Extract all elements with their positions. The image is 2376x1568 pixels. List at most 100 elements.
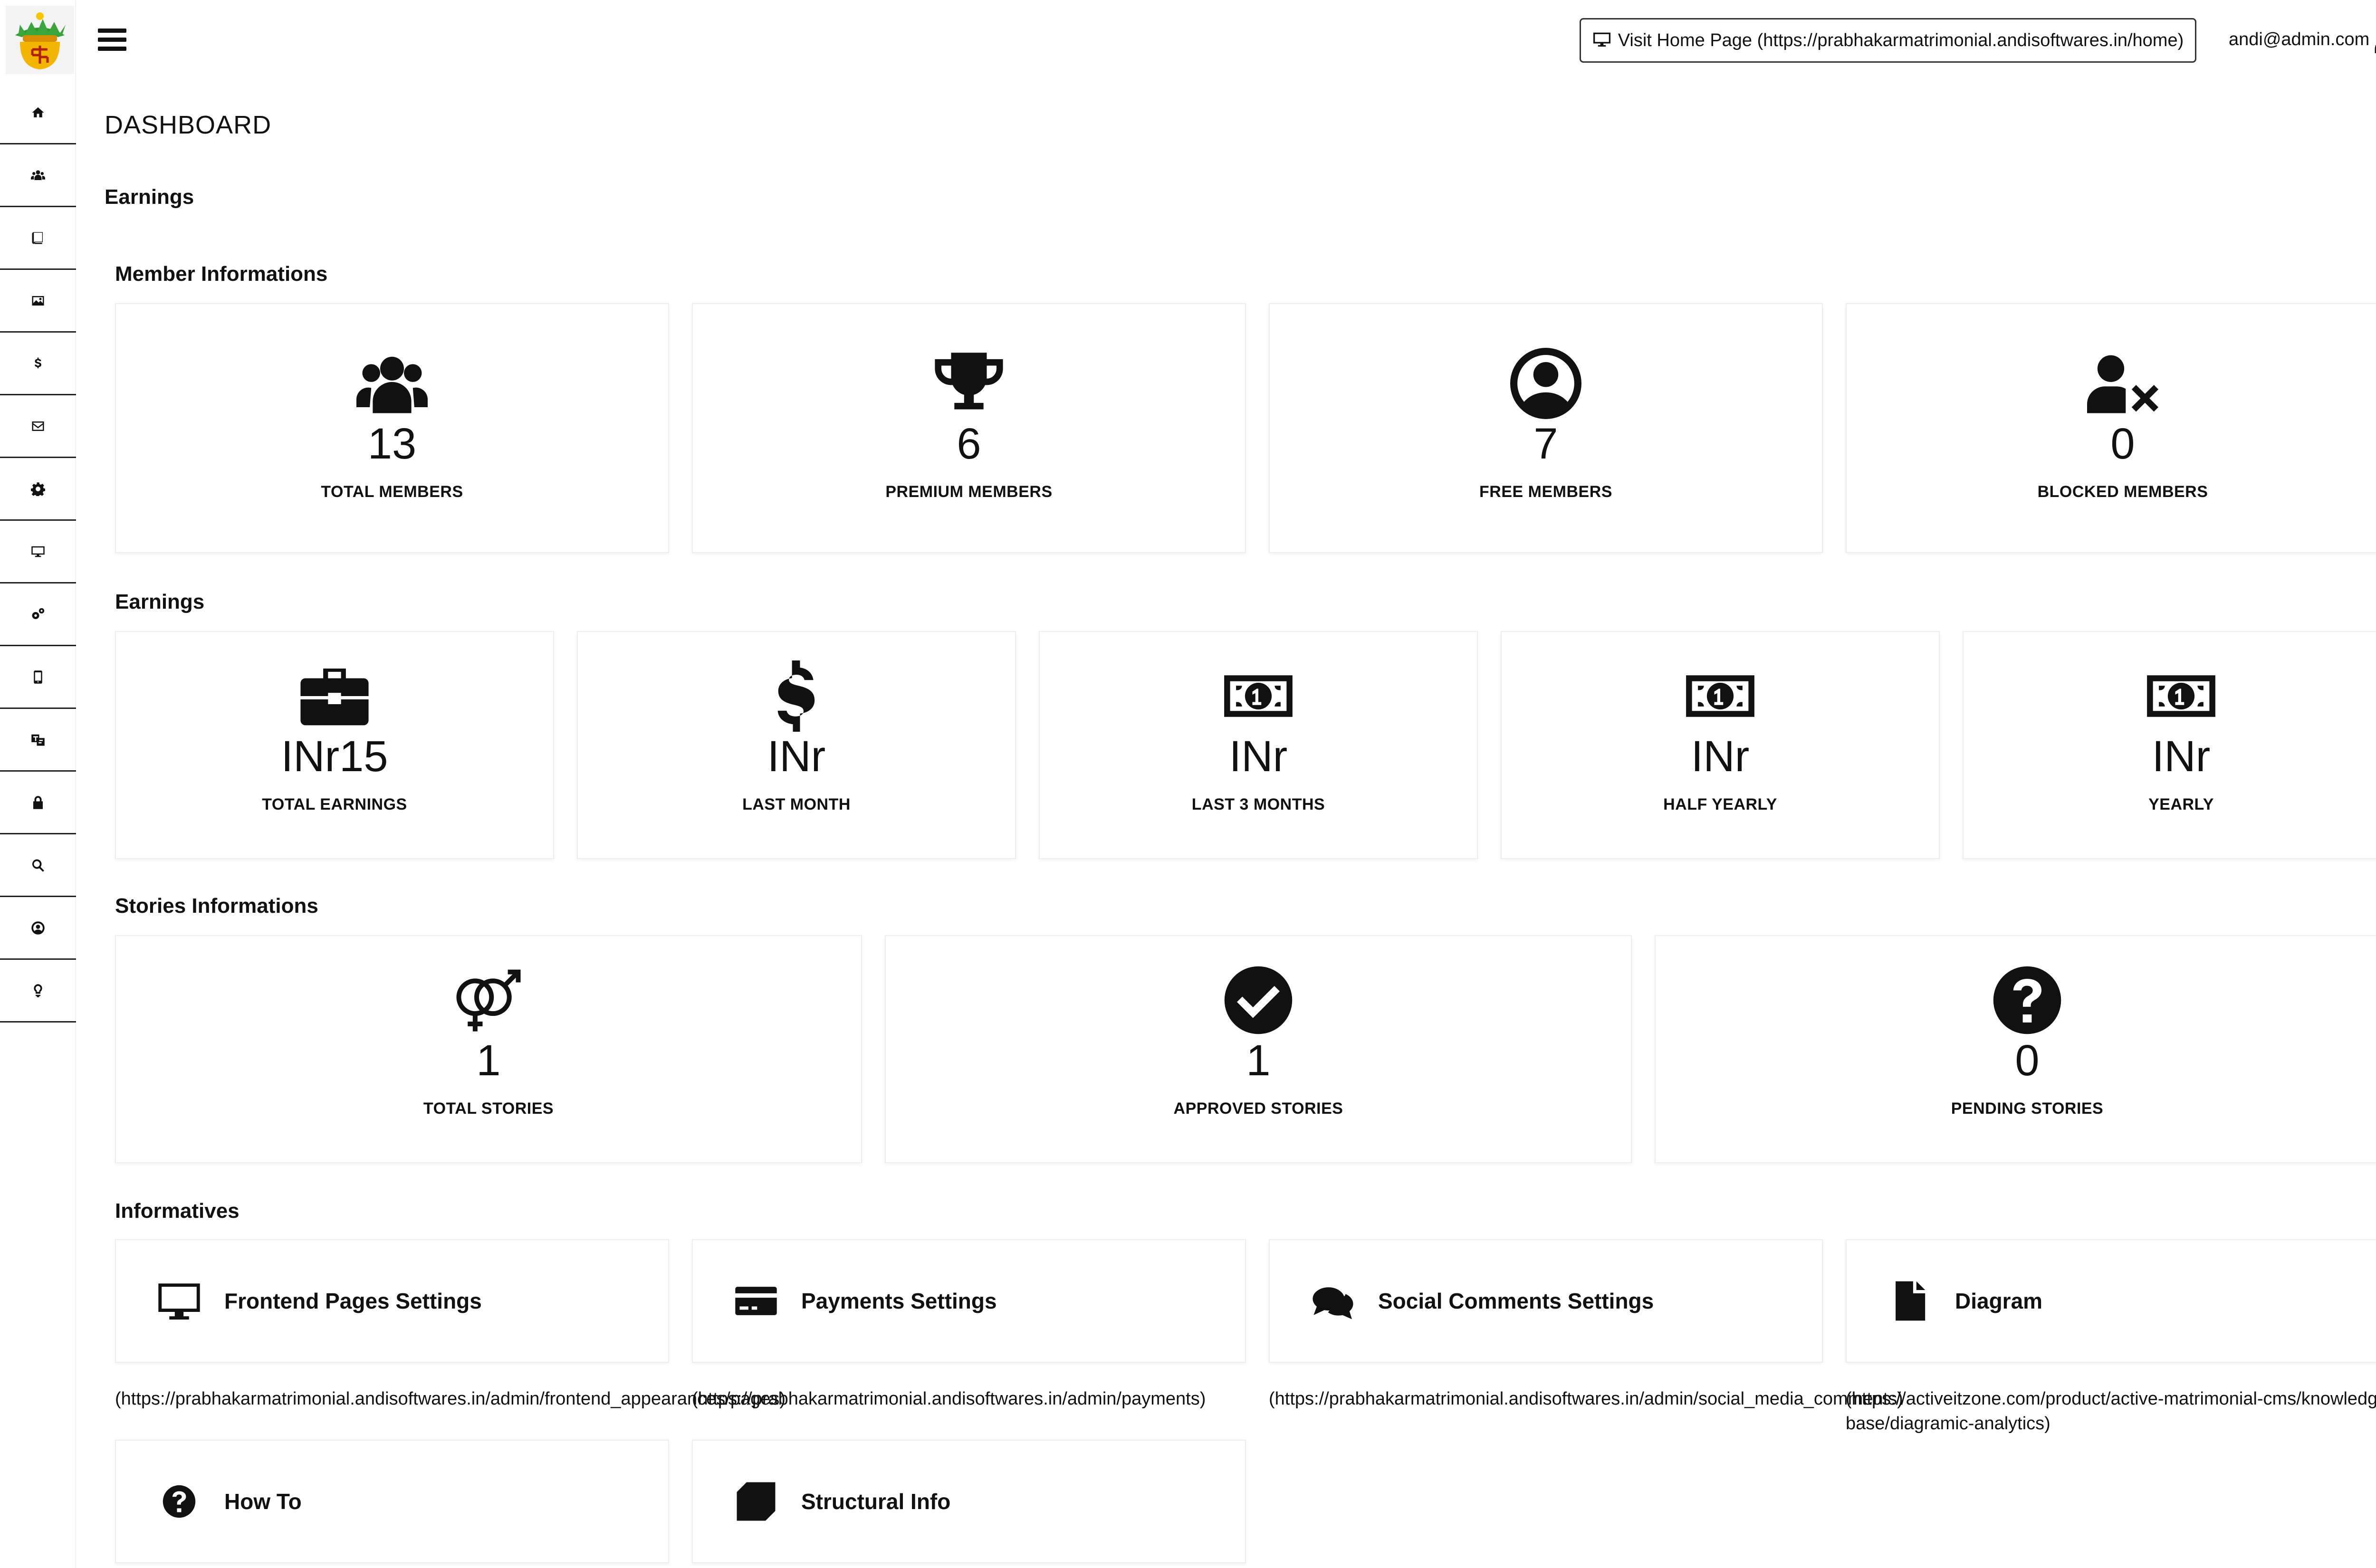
check-circle-icon (1220, 965, 1296, 1036)
how-to-title: How To (224, 1489, 302, 1514)
sidebar-item-system[interactable] (0, 583, 76, 646)
sidebar-item-home[interactable] (0, 82, 76, 144)
blocked-members-label: BLOCKED MEMBERS (2037, 483, 2208, 501)
page-title: DASHBOARD (105, 111, 272, 139)
yearly-card[interactable]: INr YEARLY (1963, 631, 2376, 859)
half-yearly-label: HALF YEARLY (1663, 795, 1777, 813)
total-stories-card[interactable]: 1 TOTAL STORIES (115, 935, 862, 1163)
social-comments-settings-title: Social Comments Settings (1378, 1289, 1654, 1313)
total-members-label: TOTAL MEMBERS (321, 483, 463, 501)
total-earnings-card[interactable]: INr15 TOTAL EARNINGS (115, 631, 554, 859)
premium-members-label: PREMIUM MEMBERS (885, 483, 1053, 501)
half-yearly-card[interactable]: INr HALF YEARLY (1501, 631, 1940, 859)
sidebar-item-mobile[interactable] (0, 646, 76, 709)
frontend-pages-settings-url[interactable]: (https://prabhakarmatrimonial.andisoftwa… (115, 1386, 790, 1411)
sidebar-item-frontend[interactable] (0, 521, 76, 583)
monitor-icon (31, 546, 45, 557)
file-icon (1884, 1275, 1936, 1327)
sidebar-item-gallery[interactable] (0, 270, 76, 333)
users-icon (31, 170, 45, 180)
menu-toggle-icon[interactable] (98, 29, 126, 51)
total-stories-label: TOTAL STORIES (423, 1100, 554, 1118)
premium-members-value: 6 (957, 420, 981, 468)
social-comments-settings-card[interactable]: Social Comments Settings (1269, 1239, 1823, 1363)
user-blocked-icon (2085, 348, 2161, 419)
logo[interactable] (6, 6, 74, 74)
lock-icon (33, 795, 43, 809)
blocked-members-card[interactable]: 0 BLOCKED MEMBERS (1846, 303, 2376, 553)
last-month-label: LAST MONTH (742, 795, 851, 813)
cube-icon (730, 1475, 782, 1528)
sidebar-item-seo[interactable] (0, 834, 76, 897)
sidebar-menu (0, 82, 76, 1023)
sidebar-item-settings[interactable] (0, 458, 76, 521)
money-bill-icon (1220, 660, 1296, 732)
earnings-heading: Earnings (105, 185, 194, 209)
language-icon (31, 734, 45, 746)
blocked-members-value: 0 (2110, 420, 2135, 468)
stories-informations-title: Stories Informations (115, 894, 318, 918)
total-members-value: 13 (367, 420, 417, 468)
users-icon (354, 348, 430, 419)
member-informations-title: Member Informations (115, 262, 328, 286)
yearly-value: INr (2152, 732, 2211, 781)
pending-stories-card[interactable]: 0 PENDING STORIES (1655, 935, 2376, 1163)
total-stories-value: 1 (476, 1036, 501, 1085)
sidebar-item-members[interactable] (0, 144, 76, 207)
cogs-icon (32, 608, 45, 619)
money-bill-icon (2143, 660, 2219, 732)
premium-members-card[interactable]: 6 PREMIUM MEMBERS (692, 303, 1246, 553)
gear-icon (31, 482, 45, 496)
diagram-url[interactable]: (https://activeitzone.com/product/active… (1846, 1386, 2376, 1436)
user-email[interactable]: andi@admin.com (2229, 29, 2369, 50)
last-3-months-card[interactable]: INr LAST 3 MONTHS (1039, 631, 1478, 859)
sidebar-item-addons[interactable] (0, 960, 76, 1023)
sidebar-item-stories[interactable] (0, 207, 76, 270)
visit-home-page-label: Visit Home Page (https://prabhakarmatrim… (1618, 30, 2184, 50)
user-circle-icon (1508, 348, 1584, 419)
total-earnings-value: INr15 (281, 732, 388, 781)
yearly-label: YEARLY (2148, 795, 2214, 813)
half-yearly-value: INr (1691, 732, 1750, 781)
frontend-pages-settings-title: Frontend Pages Settings (224, 1289, 482, 1313)
sidebar-item-language[interactable] (0, 709, 76, 772)
desktop-icon (153, 1275, 205, 1327)
dollar-icon (35, 357, 41, 368)
sidebar-item-security[interactable] (0, 772, 76, 834)
comments-icon (1307, 1275, 1359, 1327)
free-members-label: FREE MEMBERS (1479, 483, 1612, 501)
total-earnings-label: TOTAL EARNINGS (262, 795, 407, 813)
last-3-months-value: INr (1229, 732, 1288, 781)
frontend-pages-settings-card[interactable]: Frontend Pages Settings (115, 1239, 669, 1363)
informatives-title: Informatives (115, 1199, 240, 1223)
approved-stories-card[interactable]: 1 APPROVED STORIES (885, 935, 1632, 1163)
pending-stories-value: 0 (2015, 1036, 2040, 1085)
lightbulb-icon (34, 984, 42, 997)
sidebar-item-messages[interactable] (0, 395, 76, 458)
envelope-icon (32, 421, 44, 431)
sidebar (0, 0, 76, 1568)
structural-info-title: Structural Info (801, 1489, 951, 1514)
payments-settings-title: Payments Settings (801, 1289, 997, 1313)
structural-info-card[interactable]: Structural Info (692, 1440, 1246, 1563)
last-month-card[interactable]: INr LAST MONTH (577, 631, 1016, 859)
diagram-card[interactable]: Diagram (1846, 1239, 2376, 1363)
how-to-card[interactable]: How To (115, 1440, 669, 1563)
free-members-card[interactable]: 7 FREE MEMBERS (1269, 303, 1823, 553)
briefcase-icon (297, 660, 373, 732)
home-icon (32, 107, 44, 117)
trophy-icon (931, 348, 1007, 419)
sidebar-item-earnings[interactable] (0, 333, 76, 395)
visit-home-page-button[interactable]: Visit Home Page (https://prabhakarmatrim… (1580, 18, 2196, 63)
last-month-value: INr (767, 732, 826, 781)
social-comments-settings-url[interactable]: (https://prabhakarmatrimonial.andisoftwa… (1269, 1386, 1925, 1411)
search-icon (32, 859, 44, 872)
total-members-card[interactable]: 13 TOTAL MEMBERS (115, 303, 669, 553)
payments-settings-card[interactable]: Payments Settings (692, 1239, 1246, 1363)
payments-settings-url[interactable]: (https://prabhakarmatrimonial.andisoftwa… (692, 1386, 1253, 1411)
sidebar-item-staff[interactable] (0, 897, 76, 960)
pending-stories-label: PENDING STORIES (1951, 1100, 2104, 1118)
credit-card-icon (730, 1275, 782, 1327)
question-circle-icon (153, 1475, 205, 1528)
mobile-icon (34, 670, 42, 684)
